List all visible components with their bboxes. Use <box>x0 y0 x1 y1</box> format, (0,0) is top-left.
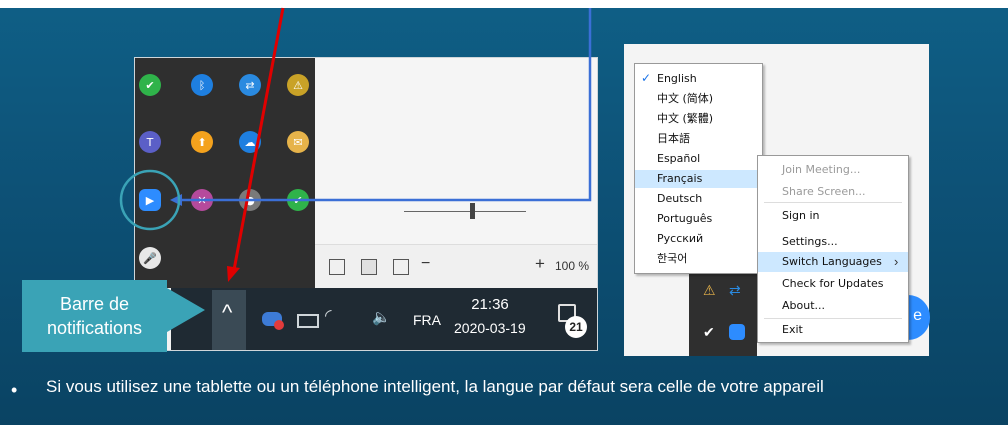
bullet-marker: • <box>11 380 18 400</box>
annotation-arrows <box>119 7 592 282</box>
red-arrow-shaft <box>232 7 285 271</box>
red-arrow-head <box>227 266 240 282</box>
blue-arrow-shaft <box>180 8 592 202</box>
bullet-text: Si vous utilisez une tablette ou un télé… <box>46 377 824 396</box>
